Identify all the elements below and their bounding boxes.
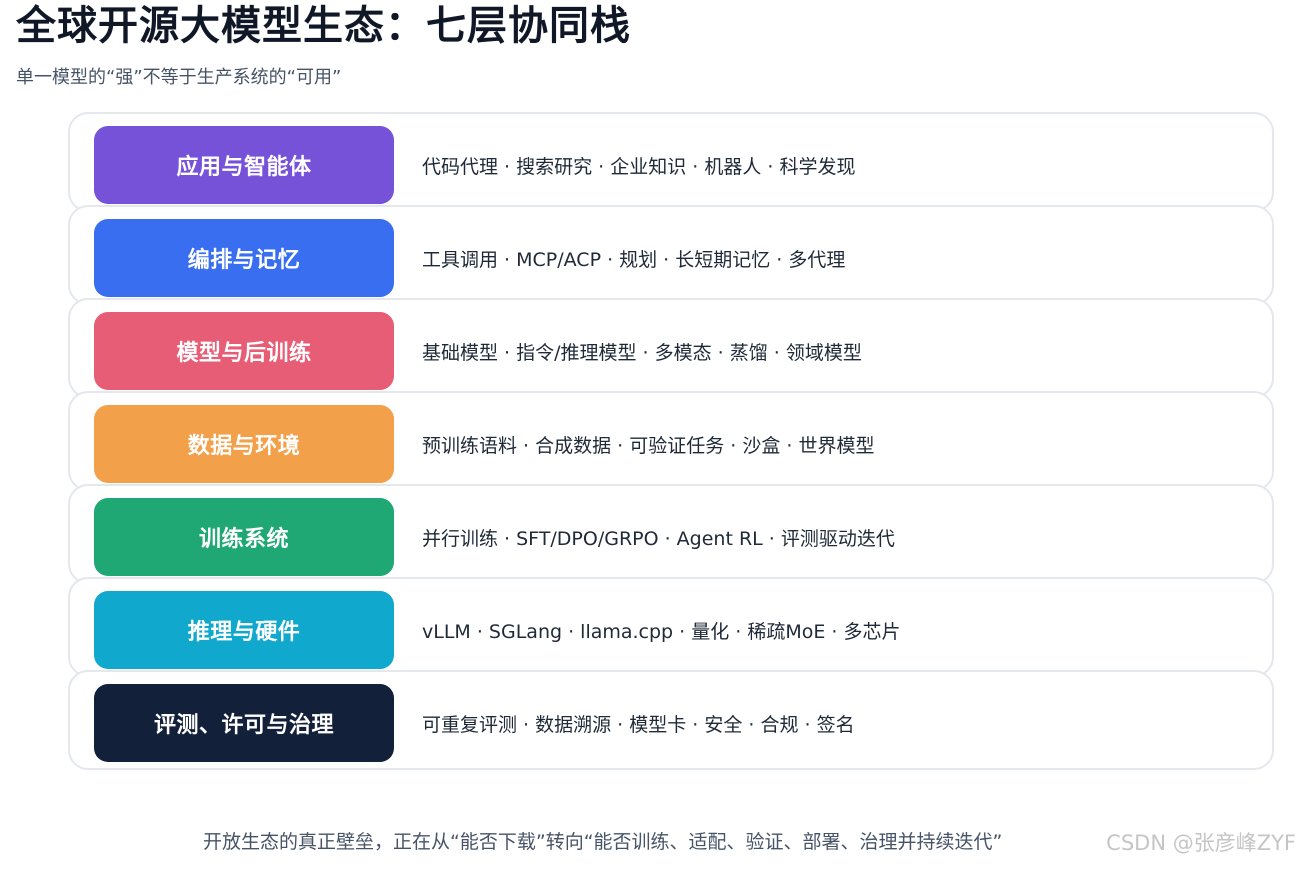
layer-row: 数据与环境 预训练语料 · 合成数据 · 可验证任务 · 沙盒 · 世界模型 bbox=[68, 391, 1274, 491]
layer-row: 模型与后训练 基础模型 · 指令/推理模型 · 多模态 · 蒸馏 · 领域模型 bbox=[68, 298, 1274, 398]
layer-description: 基础模型 · 指令/推理模型 · 多模态 · 蒸馏 · 领域模型 bbox=[422, 341, 862, 364]
layer-description: 工具调用 · MCP/ACP · 规划 · 长短期记忆 · 多代理 bbox=[422, 248, 846, 271]
layer-row: 编排与记忆 工具调用 · MCP/ACP · 规划 · 长短期记忆 · 多代理 bbox=[68, 205, 1274, 305]
layer-row: 应用与智能体 代码代理 · 搜索研究 · 企业知识 · 机器人 · 科学发现 bbox=[68, 112, 1274, 212]
layer-label: 应用与智能体 bbox=[94, 126, 394, 204]
layer-description: 并行训练 · SFT/DPO/GRPO · Agent RL · 评测驱动迭代 bbox=[422, 527, 895, 550]
layer-description: 预训练语料 · 合成数据 · 可验证任务 · 沙盒 · 世界模型 bbox=[422, 434, 875, 457]
watermark: CSDN @张彦峰ZYF bbox=[1106, 831, 1296, 855]
layer-description: 可重复评测 · 数据溯源 · 模型卡 · 安全 · 合规 · 签名 bbox=[422, 713, 855, 736]
layer-label: 训练系统 bbox=[94, 498, 394, 576]
layer-label: 推理与硬件 bbox=[94, 591, 394, 669]
diagram-page: 全球开源大模型生态：七层协同栈 单一模型的“强”不等于生产系统的“可用” 应用与… bbox=[0, 0, 1302, 870]
layer-row: 推理与硬件 vLLM · SGLang · llama.cpp · 量化 · 稀… bbox=[68, 577, 1274, 677]
layer-label: 评测、许可与治理 bbox=[94, 684, 394, 762]
layer-row: 训练系统 并行训练 · SFT/DPO/GRPO · Agent RL · 评测… bbox=[68, 484, 1274, 584]
layer-label: 数据与环境 bbox=[94, 405, 394, 483]
page-subtitle: 单一模型的“强”不等于生产系统的“可用” bbox=[16, 67, 342, 88]
layer-description: vLLM · SGLang · llama.cpp · 量化 · 稀疏MoE ·… bbox=[422, 620, 901, 643]
footer-note: 开放生态的真正壁垒，正在从“能否下载”转向“能否训练、适配、验证、部署、治理并持… bbox=[203, 831, 1003, 853]
layer-label: 编排与记忆 bbox=[94, 219, 394, 297]
page-title: 全球开源大模型生态：七层协同栈 bbox=[16, 3, 631, 49]
layer-row: 评测、许可与治理 可重复评测 · 数据溯源 · 模型卡 · 安全 · 合规 · … bbox=[68, 670, 1274, 770]
layer-description: 代码代理 · 搜索研究 · 企业知识 · 机器人 · 科学发现 bbox=[422, 155, 856, 178]
layer-label: 模型与后训练 bbox=[94, 312, 394, 390]
